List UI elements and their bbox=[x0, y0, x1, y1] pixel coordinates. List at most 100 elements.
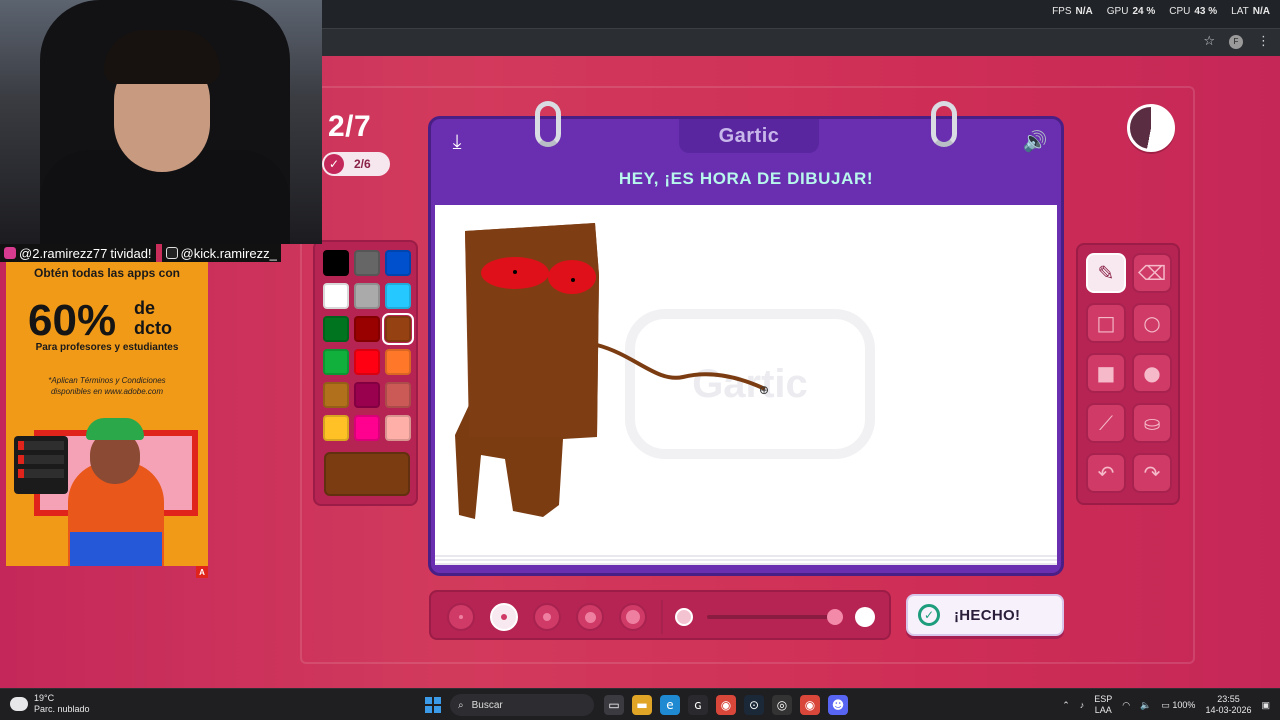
language-indicator[interactable]: ESP LAA bbox=[1094, 694, 1112, 716]
drawing-pupil-right bbox=[571, 278, 575, 282]
weather-desc: Parc. nublado bbox=[34, 704, 90, 714]
tiktok-icon bbox=[165, 247, 178, 259]
divider bbox=[661, 600, 663, 634]
color-swatch[interactable] bbox=[323, 283, 349, 309]
drawing-body-shade bbox=[465, 223, 599, 437]
pencil-icon[interactable]: ✎ bbox=[1086, 253, 1126, 293]
ad-terms-2: disponibles en www.adobe.com bbox=[50, 387, 164, 396]
color-swatch[interactable] bbox=[354, 415, 380, 441]
color-swatch[interactable] bbox=[354, 349, 380, 375]
brush-size-2[interactable] bbox=[490, 603, 518, 631]
drawing-canvas[interactable]: Gartic ⊕ bbox=[435, 205, 1057, 555]
check-icon: ✓ bbox=[324, 154, 344, 174]
steam-icon[interactable]: ⊙ bbox=[744, 695, 764, 715]
menu-kebab-icon[interactable]: ⋮ bbox=[1257, 34, 1270, 49]
drawing-eye-right bbox=[548, 260, 596, 294]
sound-icon[interactable]: 🔊 bbox=[1021, 129, 1049, 153]
taskbar-apps: ▭ ▬ e ɢ ◉ ⊙ ◎ ◉ ☻ bbox=[604, 695, 848, 715]
color-swatch[interactable] bbox=[385, 250, 411, 276]
volume-icon[interactable]: 🔈 bbox=[1140, 700, 1151, 711]
ad-headline: Obtén todas las apps con bbox=[33, 266, 181, 280]
paper-stack bbox=[435, 555, 1057, 565]
lat-stat: LAT N/A bbox=[1231, 6, 1270, 17]
webcam-overlay bbox=[0, 0, 322, 244]
profile-avatar[interactable]: F bbox=[1229, 34, 1243, 49]
color-swatch[interactable] bbox=[323, 349, 349, 375]
color-swatch[interactable] bbox=[323, 250, 349, 276]
draw-instruction: HEY, ¡ES HORA DE DIBUJAR! bbox=[618, 169, 874, 188]
weather-widget[interactable]: 19°C Parc. nublado bbox=[10, 693, 90, 715]
circle-icon[interactable]: ○ bbox=[1132, 303, 1172, 343]
notebook-ring-right bbox=[931, 101, 957, 147]
drawing-arm bbox=[596, 343, 766, 391]
color-swatch[interactable] bbox=[323, 415, 349, 441]
filled-circle-icon[interactable]: ● bbox=[1132, 353, 1172, 393]
color-swatch[interactable] bbox=[354, 250, 380, 276]
gpu-stat: GPU 24 % bbox=[1106, 6, 1156, 17]
eraser-icon[interactable]: ⌫ bbox=[1132, 253, 1172, 293]
color-swatch[interactable] bbox=[385, 382, 411, 408]
windows-taskbar: 19°C Parc. nublado ⌕ Buscar ▭ ▬ e ɢ ◉ ⊙ ◎ … bbox=[0, 688, 1280, 720]
user-drawing: ⊕ bbox=[455, 223, 769, 519]
brush-size-3[interactable] bbox=[533, 603, 561, 631]
rectangle-icon[interactable]: □ bbox=[1086, 303, 1126, 343]
weather-temp: 19°C bbox=[34, 693, 55, 703]
chrome-profile-icon[interactable]: ◉ bbox=[800, 695, 820, 715]
file-explorer-icon[interactable]: ▬ bbox=[632, 695, 652, 715]
color-swatch[interactable] bbox=[385, 415, 411, 441]
done-button[interactable]: ✓ ¡HECHO! bbox=[906, 594, 1064, 636]
microphone-icon[interactable]: ♪ bbox=[1080, 700, 1085, 710]
wifi-icon[interactable]: ◠ bbox=[1122, 700, 1130, 711]
clock[interactable]: 23:55 14-03-2026 bbox=[1205, 694, 1251, 716]
brush-size-4[interactable] bbox=[576, 603, 604, 631]
undo-icon[interactable]: ↶ bbox=[1086, 453, 1126, 493]
color-swatch[interactable] bbox=[323, 316, 349, 342]
filled-rectangle-icon[interactable]: ■ bbox=[1086, 353, 1126, 393]
players-done-badge: ✓ 2/6 bbox=[322, 152, 390, 176]
brush-cursor: ⊕ bbox=[759, 383, 769, 397]
download-icon[interactable]: ⤓ bbox=[443, 129, 471, 153]
opacity-slider[interactable] bbox=[707, 615, 837, 619]
bookmark-star-icon[interactable]: ☆ bbox=[1203, 34, 1215, 49]
chrome-icon[interactable]: ◉ bbox=[716, 695, 736, 715]
players-done-count: 2/6 bbox=[354, 157, 371, 171]
notification-icon[interactable]: ▣ bbox=[1261, 700, 1270, 711]
performance-overlay: FPS N/A GPU 24 % CPU 43 % LAT N/A bbox=[1052, 6, 1270, 17]
discord-icon[interactable]: ☻ bbox=[828, 695, 848, 715]
color-swatch[interactable] bbox=[323, 382, 349, 408]
fill-bucket-icon[interactable]: ⛀ bbox=[1132, 403, 1172, 443]
color-swatch[interactable] bbox=[354, 283, 380, 309]
brush-size-1[interactable] bbox=[447, 603, 475, 631]
cpu-stat: CPU 43 % bbox=[1169, 6, 1218, 17]
windows-start-icon[interactable] bbox=[425, 697, 441, 713]
ad-illustration-hair bbox=[86, 418, 144, 440]
social-tags: @2.ramirezz77 tividad! @kick.ramirezz_ bbox=[0, 243, 322, 263]
opacity-slider-handle[interactable] bbox=[827, 609, 843, 625]
edge-icon[interactable]: e bbox=[660, 695, 680, 715]
tool-panel: ✎ ⌫ □ ○ ■ ● ⟋ ⛀ ↶ ↷ bbox=[1076, 243, 1180, 505]
obs-icon[interactable]: ◎ bbox=[772, 695, 792, 715]
brush-size-5[interactable] bbox=[619, 603, 647, 631]
redo-icon[interactable]: ↷ bbox=[1132, 453, 1172, 493]
ad-percent: 60% bbox=[28, 296, 117, 345]
line-icon[interactable]: ⟋ bbox=[1086, 403, 1126, 443]
color-swatch[interactable] bbox=[382, 313, 414, 345]
color-swatch[interactable] bbox=[385, 349, 411, 375]
taskbar-search[interactable]: ⌕ Buscar bbox=[450, 694, 594, 716]
system-tray: ⌃ ♪ ESP LAA ◠ 🔈 ▭ 100% 23:55 14-03-2026 ▣ bbox=[1062, 694, 1270, 716]
color-swatch[interactable] bbox=[385, 283, 411, 309]
battery-indicator[interactable]: ▭ 100% bbox=[1161, 700, 1195, 711]
drawing-pupil-left bbox=[513, 270, 517, 274]
app-icon[interactable]: ɢ bbox=[688, 695, 708, 715]
round-counter: 2/7 bbox=[328, 110, 372, 143]
chevron-up-icon[interactable]: ⌃ bbox=[1062, 700, 1070, 711]
task-view-icon[interactable]: ▭ bbox=[604, 695, 624, 715]
browser-actions: ☆ F ⋮ bbox=[1203, 34, 1270, 49]
instagram-icon bbox=[4, 247, 16, 259]
fps-stat: FPS N/A bbox=[1052, 6, 1093, 17]
current-color-preview bbox=[324, 452, 410, 496]
ad-audience: Para profesores y estudiantes bbox=[35, 342, 179, 353]
color-swatch[interactable] bbox=[354, 316, 380, 342]
color-swatch[interactable] bbox=[354, 382, 380, 408]
brush-size-bar bbox=[429, 590, 891, 640]
